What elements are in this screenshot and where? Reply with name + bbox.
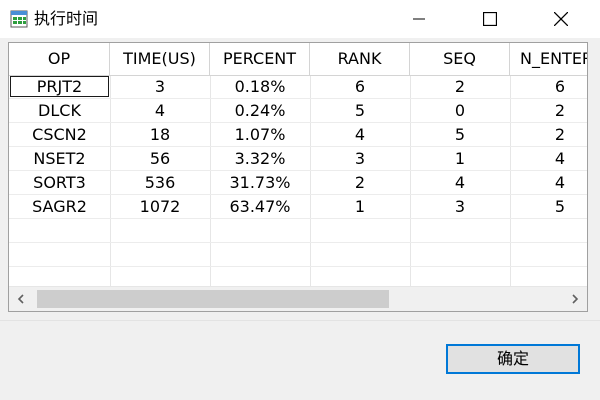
ok-button[interactable]: 确定 — [446, 344, 580, 374]
table-row[interactable]: SAGR2 1072 63.47% 1 3 5 — [9, 195, 587, 219]
column-header-n-enter[interactable]: N_ENTER — [510, 43, 587, 75]
table-cell[interactable]: 1 — [410, 147, 510, 170]
table-cell[interactable]: NSET2 — [9, 147, 110, 170]
table-cell[interactable]: 5 — [310, 99, 410, 122]
title-bar: 执行时间 — [0, 0, 600, 38]
table-cell[interactable]: DLCK — [9, 99, 110, 122]
maximize-icon — [483, 12, 497, 26]
table-cell[interactable]: 1072 — [110, 195, 210, 218]
table-cell[interactable]: 536 — [110, 171, 210, 194]
chevron-left-icon — [17, 294, 24, 304]
column-header-rank[interactable]: RANK — [310, 43, 410, 75]
table-cell[interactable]: 0.24% — [210, 99, 310, 122]
table-cell[interactable]: 6 — [510, 75, 587, 98]
close-button[interactable] — [538, 0, 584, 38]
column-header-percent[interactable]: PERCENT — [210, 43, 310, 75]
table-row[interactable]: PRJT2 3 0.18% 6 2 6 — [9, 75, 587, 99]
minimize-icon — [413, 18, 425, 20]
execution-time-grid[interactable]: OP TIME(US) PERCENT RANK SEQ N_ENTER PRJ… — [8, 42, 588, 312]
table-cell[interactable]: 4 — [510, 171, 587, 194]
table-cell[interactable]: CSCN2 — [9, 123, 110, 146]
table-row[interactable]: DLCK 4 0.24% 5 0 2 — [9, 99, 587, 123]
empty-row — [9, 219, 587, 243]
horizontal-scrollbar[interactable] — [9, 286, 587, 311]
table-row[interactable]: SORT3 536 31.73% 2 4 4 — [9, 171, 587, 195]
table-cell[interactable]: 3.32% — [210, 147, 310, 170]
scroll-thumb[interactable] — [37, 290, 389, 308]
chevron-right-icon — [572, 294, 579, 304]
close-icon — [554, 12, 568, 26]
table-cell[interactable]: 1.07% — [210, 123, 310, 146]
grid-body: OP TIME(US) PERCENT RANK SEQ N_ENTER PRJ… — [9, 43, 587, 289]
table-row[interactable]: CSCN2 18 1.07% 4 5 2 — [9, 123, 587, 147]
minimize-button[interactable] — [396, 0, 442, 38]
table-cell[interactable]: 0.18% — [210, 75, 310, 98]
table-row[interactable]: NSET2 56 3.32% 3 1 4 — [9, 147, 587, 171]
header-row: OP TIME(US) PERCENT RANK SEQ N_ENTER — [9, 43, 587, 76]
table-cell[interactable]: 1 — [310, 195, 410, 218]
table-cell[interactable]: 31.73% — [210, 171, 310, 194]
table-cell[interactable]: 4 — [510, 147, 587, 170]
table-cell[interactable]: 18 — [110, 123, 210, 146]
column-header-op[interactable]: OP — [9, 43, 110, 75]
table-cell[interactable]: 6 — [310, 75, 410, 98]
footer-divider — [0, 320, 600, 321]
scroll-right-button[interactable] — [563, 287, 587, 311]
table-cell[interactable]: 2 — [510, 123, 587, 146]
table-cell[interactable]: 5 — [410, 123, 510, 146]
table-cell[interactable]: 2 — [410, 75, 510, 98]
table-cell[interactable]: PRJT2 — [9, 75, 110, 98]
table-cell[interactable]: SORT3 — [9, 171, 110, 194]
table-cell[interactable]: 2 — [310, 171, 410, 194]
column-header-seq[interactable]: SEQ — [410, 43, 510, 75]
table-cell[interactable]: 3 — [110, 75, 210, 98]
column-header-time[interactable]: TIME(US) — [110, 43, 210, 75]
table-cell[interactable]: 4 — [310, 123, 410, 146]
table-cell[interactable]: 4 — [110, 99, 210, 122]
maximize-button[interactable] — [467, 0, 513, 38]
grid-table-icon — [10, 10, 28, 28]
window-title: 执行时间 — [34, 9, 99, 28]
table-cell[interactable]: 3 — [410, 195, 510, 218]
table-cell[interactable]: 5 — [510, 195, 587, 218]
table-cell[interactable]: SAGR2 — [9, 195, 110, 218]
table-cell[interactable]: 0 — [410, 99, 510, 122]
empty-row — [9, 243, 587, 267]
scroll-left-button[interactable] — [9, 287, 33, 311]
table-cell[interactable]: 3 — [310, 147, 410, 170]
table-cell[interactable]: 4 — [410, 171, 510, 194]
table-cell[interactable]: 63.47% — [210, 195, 310, 218]
table-cell[interactable]: 2 — [510, 99, 587, 122]
table-cell[interactable]: 56 — [110, 147, 210, 170]
